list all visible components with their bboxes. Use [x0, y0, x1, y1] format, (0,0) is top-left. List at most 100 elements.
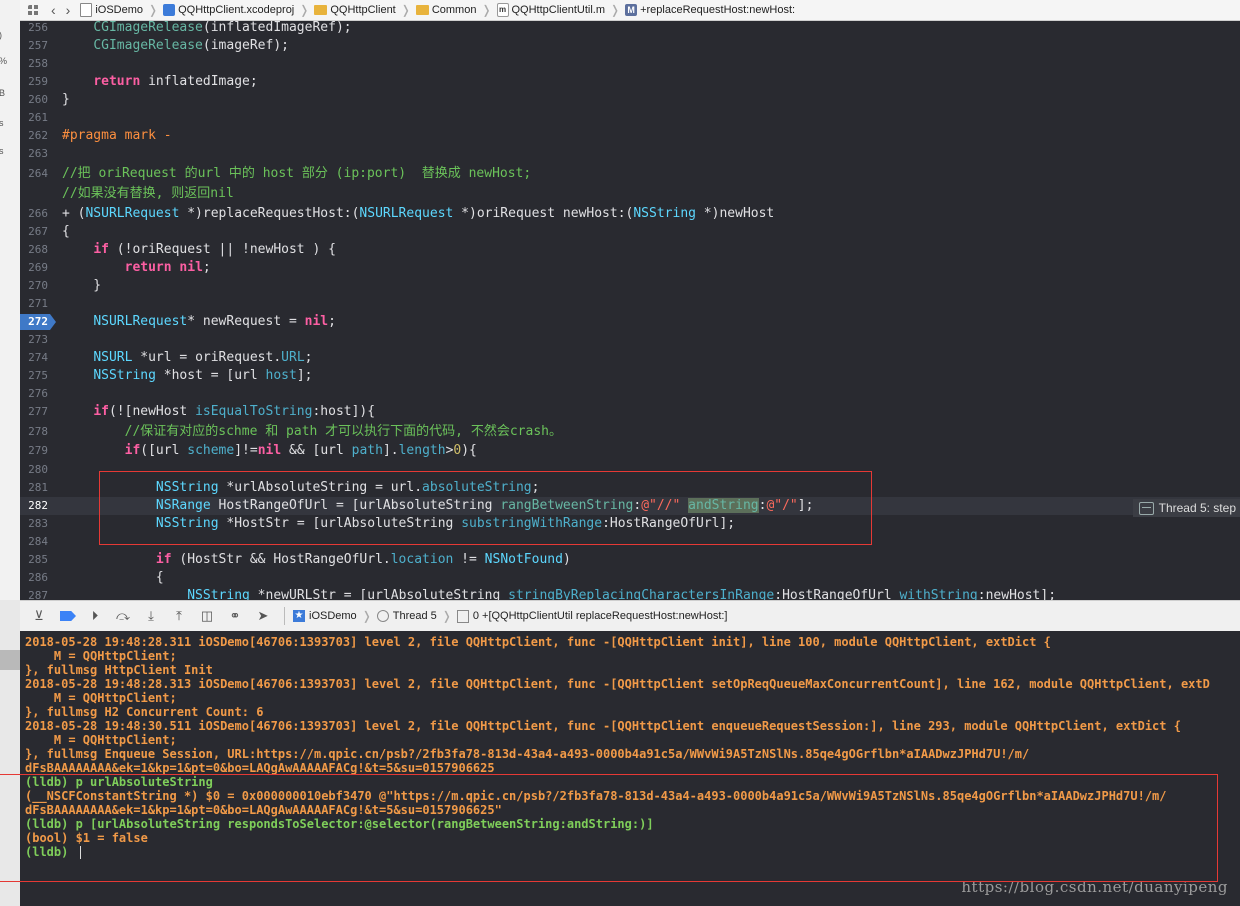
folder-icon	[415, 5, 429, 15]
console-line: dFsBAAAAAAAA&ek=1&kp=1&pt=0&bo=LAQgAwAAA…	[25, 761, 495, 775]
console-line: }, fullmsg HttpClient Init	[25, 663, 213, 677]
code-text: if (!oriRequest || !newHost ) {	[93, 242, 336, 257]
console-line: }, fullmsg Enqueue Session, URL:https://…	[25, 747, 1030, 761]
breakpoints-toggle-icon[interactable]	[60, 611, 76, 621]
code-line: 266 + (NSURLRequest *)replaceRequestHost:…	[20, 205, 1240, 223]
line-number: 267	[28, 225, 48, 238]
code-line: 275 NSString *host = [url host];	[20, 367, 1240, 385]
thread-step-label: Thread 5: step	[1158, 501, 1236, 515]
method-icon: M	[625, 4, 638, 16]
view-hierarchy-icon[interactable]: ◫	[198, 608, 216, 624]
line-number: 258	[28, 57, 48, 70]
line-number: 279	[28, 444, 48, 457]
code-text: return nil;	[124, 260, 211, 275]
step-into-icon[interactable]: ⤓	[142, 608, 160, 624]
forward-arrow-icon[interactable]: ›	[66, 2, 71, 18]
code-line: 274 NSURL *url = oriRequest.URL;	[20, 349, 1240, 367]
code-line: 259 return inflatedImage;	[20, 73, 1240, 91]
debug-crumb-frame[interactable]: 0 +[QQHttpClientUtil replaceRequestHost:…	[473, 610, 728, 622]
code-text: if (HostStr && HostRangeOfUrl.location !…	[155, 552, 571, 567]
debug-crumb-process[interactable]: iOSDemo	[309, 610, 357, 622]
line-number: 257	[28, 39, 48, 52]
code-line: 262 #pragma mark -	[20, 127, 1240, 145]
code-text: NSString *host = [url host];	[93, 368, 313, 383]
code-line: 270 }	[20, 277, 1240, 295]
breadcrumb-label: QQHttpClient.xcodeproj	[178, 4, 295, 16]
breadcrumb-group[interactable]: QQHttpClient	[314, 4, 396, 16]
console-line: }, fullmsg H2 Concurrent Count: 6	[25, 705, 264, 719]
related-items-grid-icon[interactable]	[28, 4, 39, 16]
code-line: 268 if (!oriRequest || !newHost ) {	[20, 241, 1240, 259]
line-number: 261	[28, 111, 48, 124]
line-number: 263	[28, 147, 48, 160]
console-line: M = QQHttpClient;	[25, 733, 177, 747]
hide-debug-area-icon[interactable]: ⊻	[30, 608, 48, 624]
line-number: 277	[28, 405, 48, 418]
code-text: return inflatedImage;	[93, 74, 258, 89]
code-line: 272 NSURLRequest* newRequest = nil;	[20, 313, 1240, 331]
breadcrumb-separator-icon: ❭	[299, 3, 310, 17]
code-line: 276	[20, 385, 1240, 403]
breadcrumb-label: +replaceRequestHost:newHost:	[640, 4, 796, 16]
code-text: NSString *newURLStr = [urlAbsoluteString…	[187, 588, 1057, 600]
step-over-icon[interactable]: ⤼	[114, 608, 132, 624]
line-number: 282	[28, 499, 48, 512]
breadcrumb-separator-icon: ❭	[148, 3, 159, 17]
navigator-clipped-text: B	[0, 88, 6, 98]
navigator-clipped-text: %	[0, 56, 9, 66]
app-icon: ★	[293, 610, 305, 622]
code-comment: //把 oriRequest 的url 中的 host 部分 (ip:port)…	[62, 166, 532, 181]
breadcrumb-label: QQHttpClientUtil.m	[511, 4, 606, 16]
console-line: 2018-05-28 19:48:28.311 iOSDemo[46706:13…	[25, 635, 1051, 649]
code-text: {	[62, 224, 70, 239]
code-line: 256 CGImageRelease(inflatedImageRef);	[20, 21, 1240, 37]
code-line: 273	[20, 331, 1240, 349]
breadcrumb-folder[interactable]: Common	[415, 4, 476, 16]
console-line: M = QQHttpClient;	[25, 649, 177, 663]
line-number: 284	[28, 535, 48, 548]
breadcrumb-label: QQHttpClient	[330, 4, 396, 16]
line-number: 274	[28, 351, 48, 364]
line-number: 260	[28, 93, 48, 106]
objc-file-icon: m	[496, 3, 509, 17]
breadcrumb-method[interactable]: M +replaceRequestHost:newHost:	[625, 4, 795, 16]
line-number: 275	[28, 369, 48, 382]
code-line: 260}	[20, 91, 1240, 109]
crumb-separator-icon: ❭	[441, 609, 452, 623]
back-arrow-icon[interactable]: ‹	[51, 2, 56, 18]
code-line: 277 if(![newHost isEqualToString:host]){	[20, 403, 1240, 421]
simulate-location-icon[interactable]: ➤	[254, 608, 272, 624]
code-line: 279 if([url scheme]!=nil && [url path].l…	[20, 442, 1240, 460]
breadcrumb-scheme[interactable]: iOSDemo	[80, 3, 143, 17]
line-number: 273	[28, 333, 48, 346]
console-line: 2018-05-28 19:48:28.313 iOSDemo[46706:13…	[25, 677, 1210, 691]
line-number: 262	[28, 129, 48, 142]
code-line: 278 //保证有对应的schme 和 path 才可以执行下面的代码, 不然会…	[20, 423, 1240, 441]
continue-icon[interactable]: ⏵	[86, 608, 104, 624]
navigator-strip: ) % B s s	[0, 0, 21, 906]
code-text: if(![newHost isEqualToString:host]){	[93, 404, 376, 419]
code-text: #pragma mark -	[62, 128, 172, 143]
jump-bar: ‹ › iOSDemo ❭ QQHttpClient.xcodeproj ❭ Q…	[20, 0, 1240, 21]
code-line: 271	[20, 295, 1240, 313]
memory-graph-icon[interactable]: ⚭	[226, 608, 244, 624]
code-text: }	[62, 92, 70, 107]
line-number: 256	[28, 21, 48, 34]
breadcrumb-separator-icon: ❭	[400, 3, 411, 17]
line-number: 259	[28, 75, 48, 88]
breadcrumb-file[interactable]: m QQHttpClientUtil.m	[496, 3, 606, 17]
source-editor[interactable]: 256 CGImageRelease(inflatedImageRef); 25…	[20, 21, 1240, 600]
line-number: 280	[28, 463, 48, 476]
code-text: NSURL *url = oriRequest.URL;	[93, 350, 313, 365]
breadcrumb-project[interactable]: QQHttpClient.xcodeproj	[163, 4, 294, 16]
code-text: + (NSURLRequest *)replaceRequestHost:(NS…	[62, 206, 775, 221]
thread-step-indicator[interactable]: Thread 5: step	[1132, 499, 1240, 517]
debug-crumb-thread[interactable]: Thread 5	[393, 610, 437, 622]
toolbar-divider	[284, 607, 285, 625]
crumb-separator-icon: ❭	[361, 609, 372, 623]
step-out-icon[interactable]: ⤒	[170, 608, 188, 624]
annotation-box-console	[0, 774, 1218, 882]
line-number: 264	[28, 167, 48, 180]
navigator-clipped-text: )	[0, 30, 9, 40]
code-comment: //如果没有替换, 则返回nil	[62, 186, 234, 201]
